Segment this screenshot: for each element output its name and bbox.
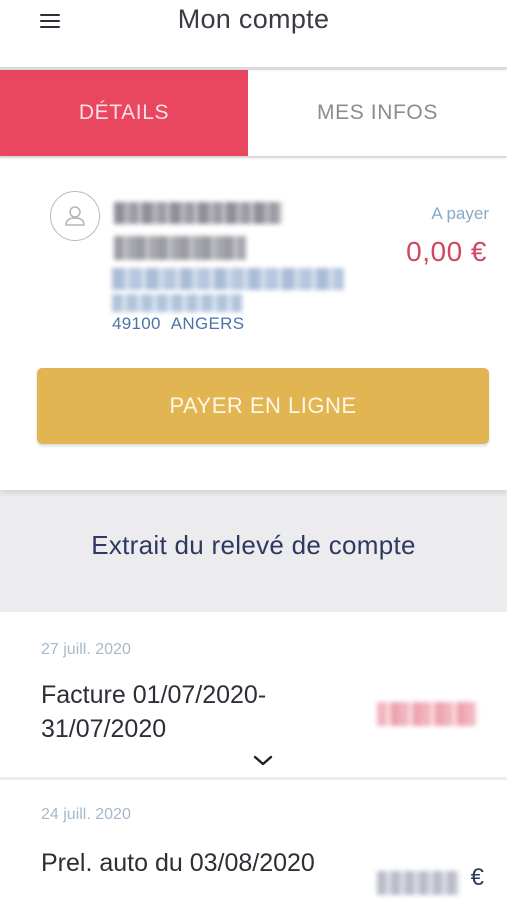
account-tabs: DÉTAILS MES INFOS: [0, 70, 507, 156]
amount-due-label: A payer: [431, 204, 489, 223]
statement-item-description: Facture 01/07/2020-31/07/2020: [41, 681, 267, 743]
currency-symbol: €: [470, 864, 484, 891]
redacted-address-line-2: [112, 294, 242, 312]
redacted-customer-surname: [114, 236, 246, 260]
postcode: 49100: [112, 314, 161, 333]
redacted-address-line: [112, 268, 344, 290]
chevron-down-icon[interactable]: [252, 754, 274, 768]
tab-details[interactable]: DÉTAILS: [0, 70, 248, 156]
statement-item-description: Prel. auto du 03/08/2020: [41, 849, 315, 877]
pay-online-button[interactable]: PAYER EN LIGNE: [37, 368, 489, 444]
statement-item-date: 24 juill. 2020: [41, 806, 131, 823]
statement-section-title: Extrait du relevé de compte: [91, 530, 416, 560]
redacted-customer-name: [114, 202, 282, 224]
city-name: ANGERS: [170, 314, 245, 333]
statement-item[interactable]: 27 juill. 2020 Facture 01/07/2020-31/07/…: [0, 612, 507, 777]
redacted-statement-amount: [377, 871, 459, 895]
tab-my-info[interactable]: MES INFOS: [248, 70, 507, 156]
user-icon: [50, 191, 100, 241]
account-summary-card: 49100 ANGERS A payer 0,00 € PAYER EN LIGN…: [0, 158, 507, 490]
app-header: Mon compte: [0, 0, 507, 68]
redacted-statement-amount: [377, 702, 477, 726]
page-title: Mon compte: [177, 4, 330, 34]
statement-item-date: 27 juill. 2020: [41, 641, 131, 658]
city-line: 49100 ANGERS: [112, 314, 254, 334]
amount-due-value: 0,00 €: [406, 236, 487, 267]
statement-item[interactable]: 24 juill. 2020 Prel. auto du 03/08/2020 …: [0, 780, 507, 900]
